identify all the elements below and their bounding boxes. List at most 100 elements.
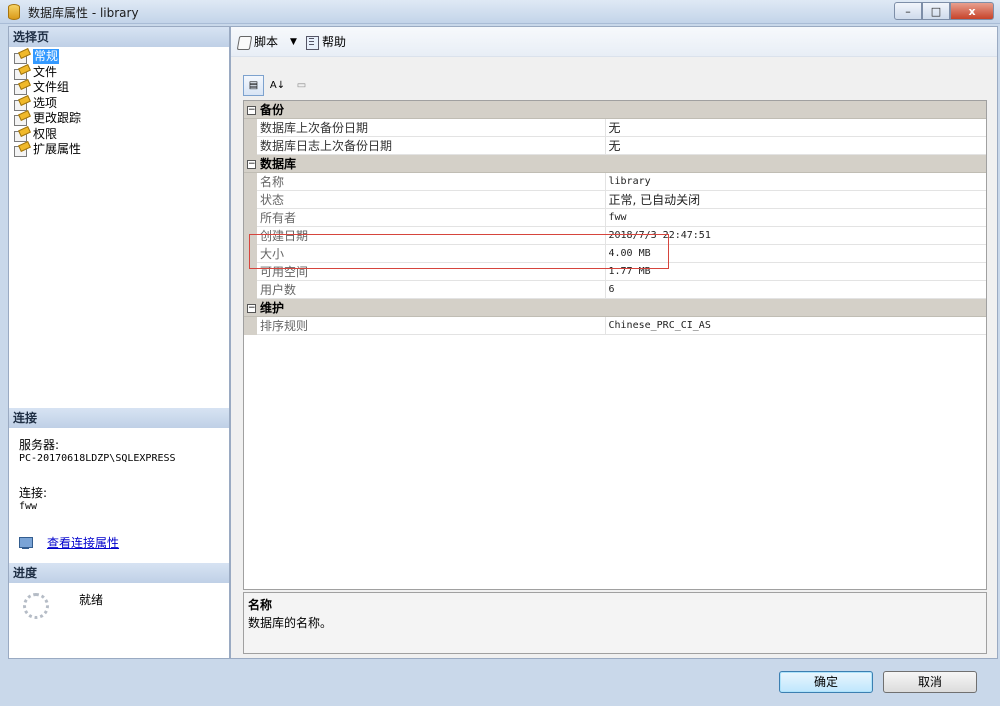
property-toolbar: ▤ A↓ ▭ — [243, 75, 315, 96]
collapse-icon[interactable]: − — [247, 160, 256, 169]
help-label: 帮助 — [321, 35, 346, 49]
view-connection-properties[interactable]: 查看连接属性 — [19, 534, 229, 551]
view-connection-properties-link[interactable]: 查看连接属性 — [47, 534, 119, 551]
window-controls: – □ x — [894, 2, 994, 20]
dialog-footer: 确定 取消 — [230, 659, 998, 706]
toolbar: 脚本 ▼ 帮助 — [231, 27, 997, 57]
right-pane: 脚本 ▼ 帮助 ▤ A↓ ▭ − 备份 数据库上次备份日期 无 数据库日志上次备… — [230, 26, 998, 659]
property-name: 创建日期 — [257, 226, 606, 245]
database-icon — [8, 4, 20, 20]
page-item-label: 常规 — [33, 49, 60, 65]
property-pages-button[interactable]: ▭ — [291, 75, 312, 96]
property-value: 1.77 MB — [605, 262, 986, 281]
property-value: Chinese_PRC_CI_AS — [605, 316, 986, 335]
help-icon — [305, 35, 319, 50]
property-row[interactable]: 数据库上次备份日期 无 — [244, 118, 986, 137]
categorized-button[interactable]: ▤ — [243, 75, 264, 96]
minimize-icon: – — [905, 4, 911, 18]
page-icon — [13, 97, 29, 111]
maximize-icon: □ — [930, 4, 942, 18]
property-row[interactable]: 用户数 6 — [244, 280, 986, 299]
property-value: 无 — [605, 118, 986, 137]
help-button[interactable]: 帮助 — [305, 33, 346, 50]
script-button[interactable]: 脚本 — [237, 33, 278, 50]
description-text: 数据库的名称。 — [248, 616, 333, 630]
page-icon — [13, 143, 29, 158]
category-database[interactable]: − 数据库 — [244, 154, 986, 173]
progress-body: 就绪 — [9, 583, 229, 653]
property-row[interactable]: 数据库日志上次备份日期 无 — [244, 136, 986, 155]
window-title: 数据库属性 - library — [28, 6, 139, 20]
property-value: 2018/7/3 22:47:51 — [605, 226, 986, 245]
property-row[interactable]: 可用空间 1.77 MB — [244, 262, 986, 281]
collapse-icon[interactable]: − — [247, 106, 256, 115]
progress-header: 进度 — [9, 563, 229, 583]
select-page-header: 选择页 — [9, 27, 229, 47]
page-icon — [13, 128, 29, 142]
property-value: 无 — [605, 136, 986, 155]
page-item-filegroups[interactable]: 文件组 — [13, 80, 229, 96]
property-row[interactable]: 所有者 fww — [244, 208, 986, 227]
categorized-icon: ▤ — [248, 80, 259, 91]
property-row[interactable]: 创建日期 2018/7/3 22:47:51 — [244, 226, 986, 245]
progress-section: 进度 就绪 — [9, 563, 229, 653]
category-label: 备份 — [260, 103, 285, 117]
page-item-permissions[interactable]: 权限 — [13, 127, 229, 143]
connection-label: 连接: — [19, 486, 48, 500]
property-table: − 备份 数据库上次备份日期 无 数据库日志上次备份日期 无 − 数据库 名称 … — [244, 101, 986, 335]
property-value: 4.00 MB — [605, 244, 986, 263]
progress-status: 就绪 — [79, 593, 104, 607]
sort-alpha-icon: A↓ — [269, 80, 286, 91]
left-pane: 选择页 常规 文件 文件组 选项 更改跟踪 权限 扩展属性 连接 服务器: PC… — [8, 26, 230, 659]
property-row[interactable]: 名称 library — [244, 172, 986, 191]
page-item-label: 更改跟踪 — [33, 111, 82, 126]
server-value: PC-20170618LDZP\SQLEXPRESS — [19, 453, 176, 464]
property-name: 状态 — [257, 190, 606, 209]
cancel-button[interactable]: 取消 — [883, 671, 977, 693]
page-item-files[interactable]: 文件 — [13, 65, 229, 81]
alphabetical-button[interactable]: A↓ — [267, 75, 288, 96]
property-name: 所有者 — [257, 208, 606, 227]
category-label: 数据库 — [260, 157, 297, 171]
property-name: 数据库日志上次备份日期 — [257, 136, 606, 155]
page-item-label: 文件组 — [33, 80, 70, 95]
category-maintenance[interactable]: − 维护 — [244, 298, 986, 317]
property-name: 排序规则 — [257, 316, 606, 335]
page-icon — [13, 66, 29, 80]
property-name: 可用空间 — [257, 262, 606, 281]
script-label: 脚本 — [254, 35, 279, 49]
page-item-label: 文件 — [33, 64, 58, 79]
close-icon: x — [968, 4, 976, 18]
property-row[interactable]: 大小 4.00 MB — [244, 244, 986, 263]
property-name: 大小 — [257, 244, 606, 263]
description-title: 名称 — [248, 598, 273, 612]
script-dropdown-icon[interactable]: ▼ — [290, 37, 297, 47]
page-item-label: 权限 — [33, 126, 58, 141]
property-name: 用户数 — [257, 280, 606, 299]
property-value: fww — [605, 208, 986, 227]
close-button[interactable]: x — [950, 2, 994, 20]
title-bar: 数据库属性 - library – □ x — [0, 0, 1000, 24]
property-row[interactable]: 排序规则 Chinese_PRC_CI_AS — [244, 316, 986, 335]
property-pages-icon: ▭ — [296, 80, 307, 91]
category-backup[interactable]: − 备份 — [244, 101, 986, 119]
ok-button[interactable]: 确定 — [779, 671, 873, 693]
monitor-icon — [19, 536, 35, 550]
page-icon — [13, 50, 29, 65]
server-label: 服务器: — [19, 438, 60, 452]
property-value: library — [605, 172, 986, 191]
page-item-options[interactable]: 选项 — [13, 96, 229, 112]
page-item-label: 扩展属性 — [33, 142, 82, 157]
page-item-general[interactable]: 常规 — [13, 49, 229, 65]
property-name: 数据库上次备份日期 — [257, 118, 606, 137]
minimize-button[interactable]: – — [894, 2, 922, 20]
page-item-extended-properties[interactable]: 扩展属性 — [13, 142, 229, 158]
progress-spinner-icon — [23, 593, 49, 619]
connection-header: 连接 — [9, 408, 229, 428]
property-row[interactable]: 状态 正常, 已自动关闭 — [244, 190, 986, 209]
maximize-button[interactable]: □ — [922, 2, 950, 20]
script-icon — [237, 35, 251, 49]
property-grid: − 备份 数据库上次备份日期 无 数据库日志上次备份日期 无 − 数据库 名称 … — [243, 100, 987, 590]
collapse-icon[interactable]: − — [247, 304, 256, 313]
page-item-change-tracking[interactable]: 更改跟踪 — [13, 111, 229, 127]
